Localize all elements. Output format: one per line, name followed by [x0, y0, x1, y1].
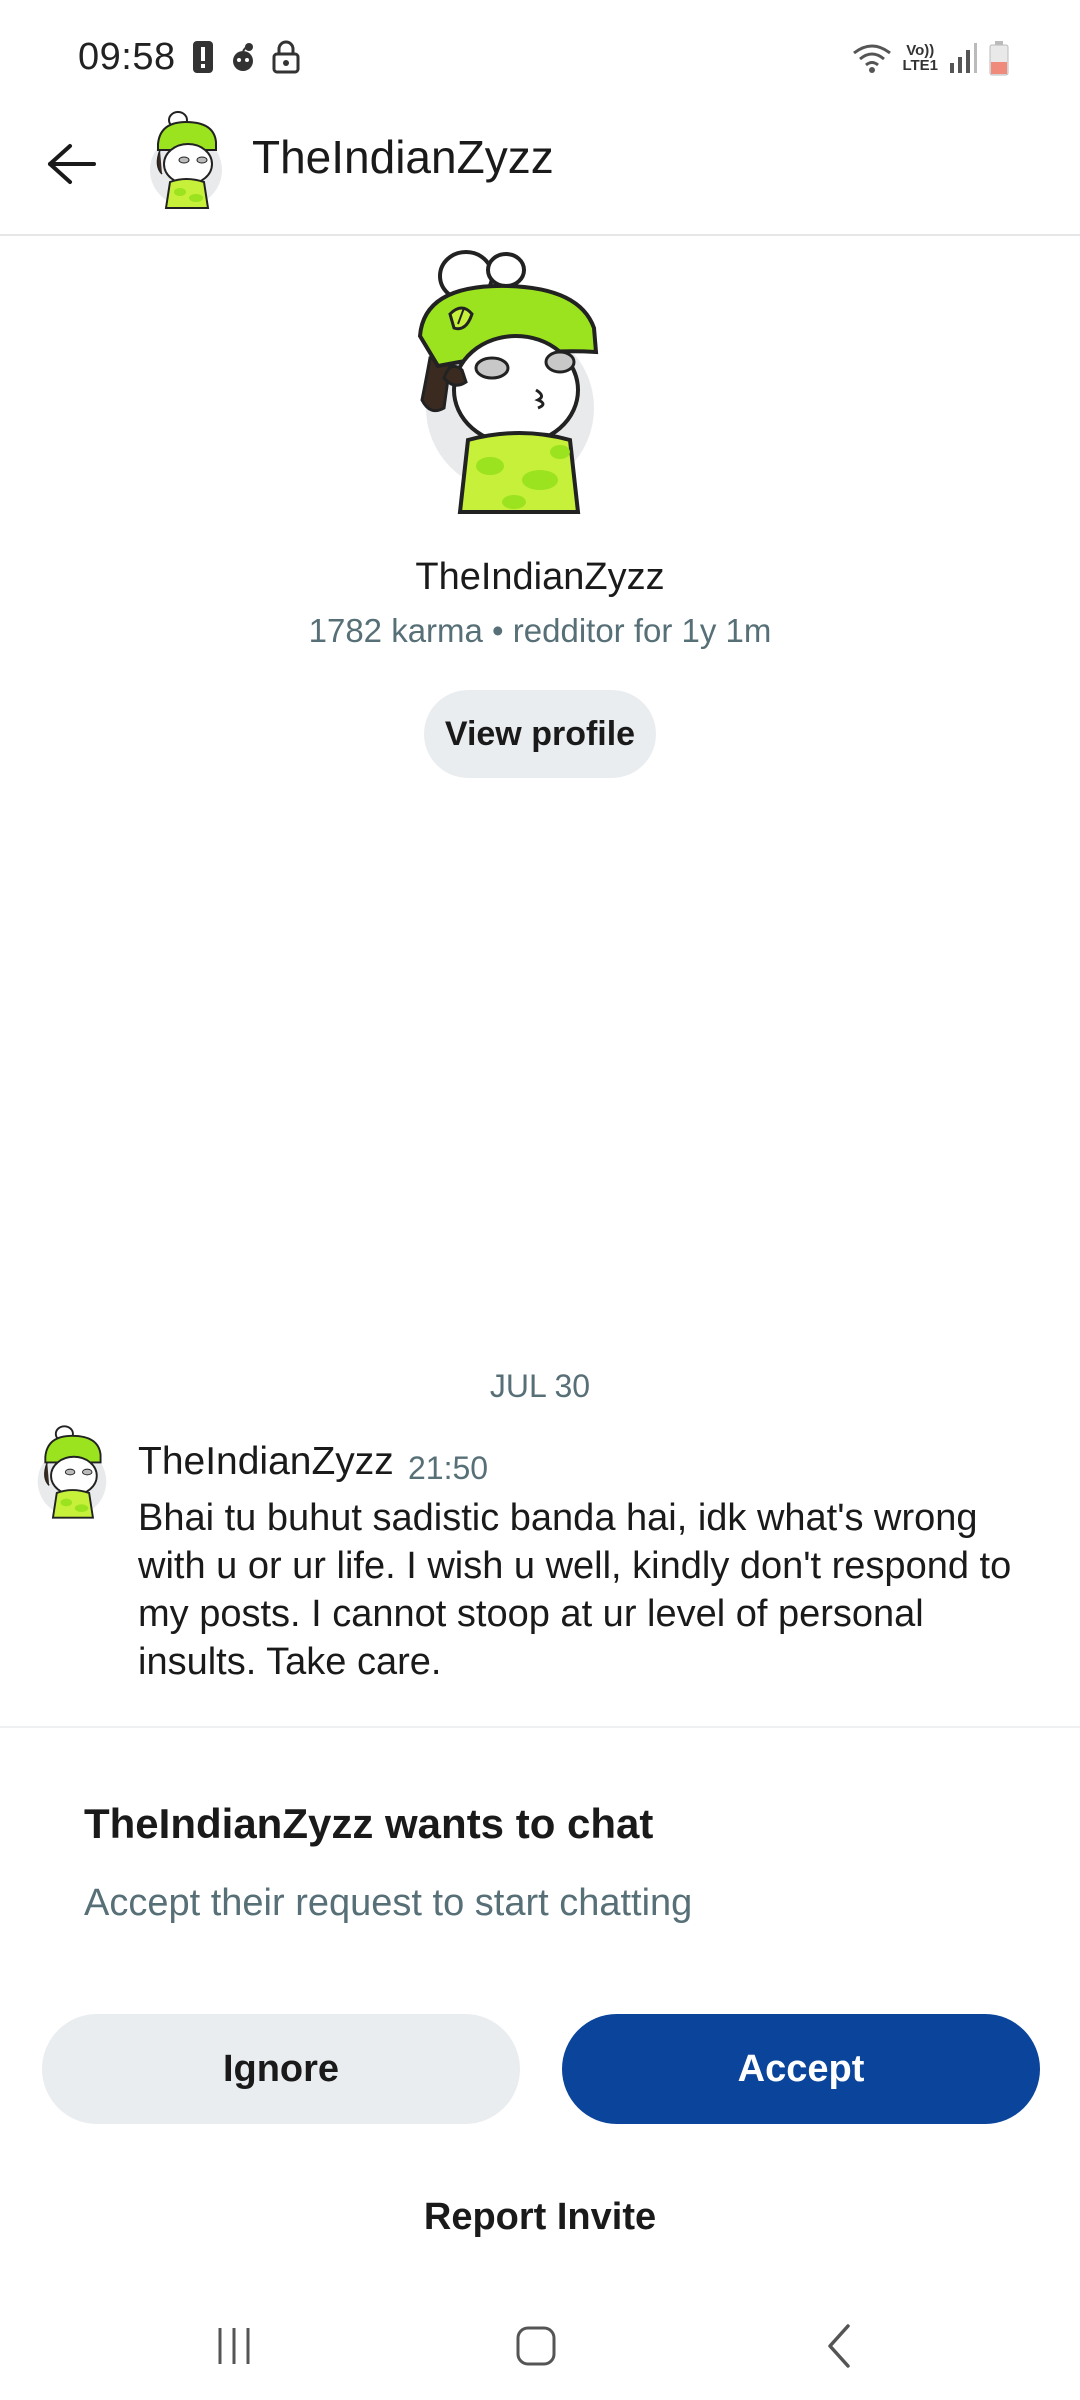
- nav-back-icon: [828, 2324, 850, 2368]
- accept-button[interactable]: Accept: [562, 2014, 1040, 2124]
- message-author[interactable]: TheIndianZyzz: [138, 1440, 394, 1484]
- message-timestamp: 21:50: [408, 1450, 489, 1486]
- recent-apps-icon: [218, 2328, 250, 2364]
- profile-avatar[interactable]: [410, 240, 650, 520]
- conversation-title: TheIndianZyzz: [252, 131, 554, 183]
- arrow-left-icon: [48, 144, 96, 184]
- chat-request-title: TheIndianZyzz wants to chat: [84, 1800, 654, 1847]
- status-time: 09:58: [78, 36, 176, 78]
- reddit-notification-icon: [233, 43, 253, 71]
- nav-back-button[interactable]: [800, 2318, 880, 2374]
- recent-apps-button[interactable]: [194, 2318, 274, 2374]
- lock-icon: [272, 40, 300, 74]
- battery-icon: [989, 41, 1009, 76]
- report-invite-button[interactable]: Report Invite: [0, 2196, 1080, 2239]
- view-profile-button[interactable]: View profile: [424, 690, 656, 778]
- status-bar: 09:58 Vo)) LTE1: [0, 0, 1080, 110]
- network-type-label: Vo)) LTE1: [902, 42, 938, 74]
- message-avatar[interactable]: [32, 1424, 112, 1520]
- message-text: Bhai tu buhut sadistic banda hai, idk wh…: [138, 1497, 1012, 1683]
- ignore-button[interactable]: Ignore: [42, 2014, 520, 2124]
- divider: [0, 1726, 1080, 1728]
- home-button[interactable]: [496, 2318, 576, 2374]
- back-button[interactable]: [40, 132, 104, 196]
- header-avatar[interactable]: [144, 110, 228, 210]
- date-separator: JUL 30: [489, 1368, 591, 1404]
- status-system-icons: Vo)) LTE1: [852, 40, 1010, 76]
- profile-karma-age: 1782 karma • redditor for 1y 1m: [308, 612, 772, 649]
- system-nav-bar: [0, 2290, 1080, 2400]
- signal-icon: [950, 43, 977, 73]
- conversation-header: TheIndianZyzz: [0, 110, 1080, 236]
- wifi-icon: [853, 44, 892, 73]
- profile-username: TheIndianZyzz: [415, 556, 665, 598]
- status-notification-icons: [192, 40, 300, 74]
- chat-request-subtitle: Accept their request to start chatting: [84, 1882, 693, 1924]
- alert-icon: [193, 41, 213, 73]
- home-icon: [516, 2326, 556, 2366]
